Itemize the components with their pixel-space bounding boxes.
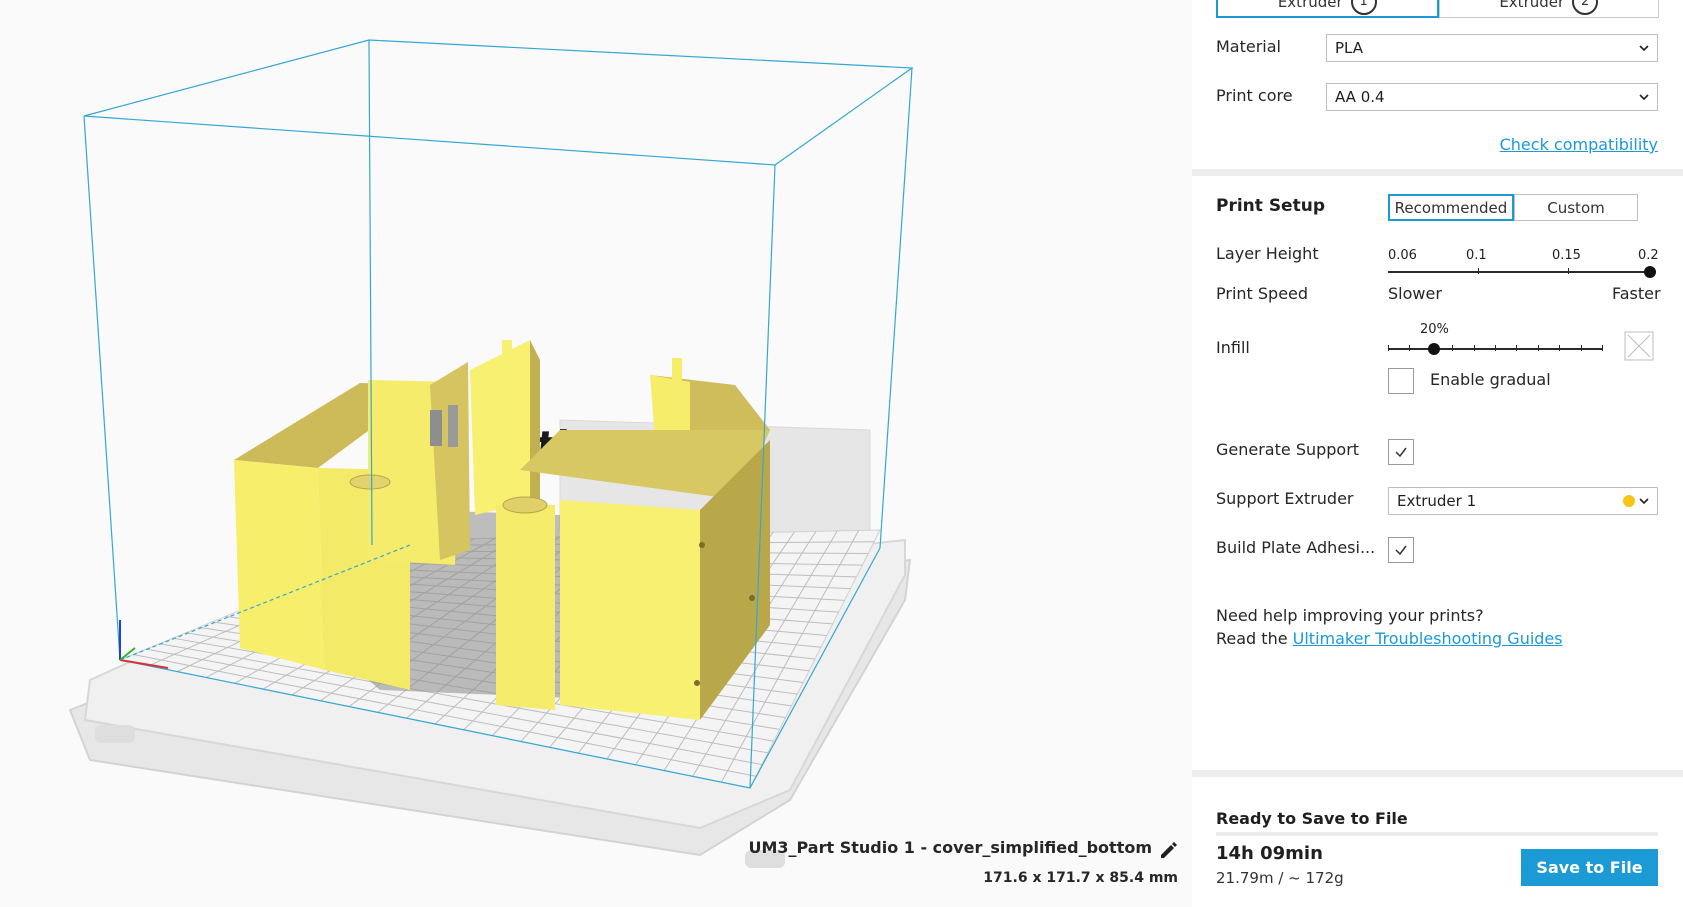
checkmark-icon <box>1395 545 1407 556</box>
material-label: Material <box>1216 37 1281 56</box>
material-amount: 21.79m / ~ 172g <box>1216 869 1344 887</box>
infill-label: Infill <box>1216 338 1250 357</box>
layer-height-slider[interactable] <box>1388 271 1650 273</box>
enable-gradual-label: Enable gradual <box>1430 370 1551 389</box>
setup-mode-tabs: Recommended Custom <box>1388 194 1638 221</box>
layer-height-label: Layer Height <box>1216 244 1319 263</box>
check-compatibility-link[interactable]: Check compatibility <box>1500 135 1658 154</box>
material-value: PLA <box>1335 39 1364 57</box>
build-plate-adhesion-checkbox[interactable] <box>1388 537 1414 563</box>
layer-tick-label: 0.1 <box>1466 248 1487 263</box>
speed-slower-label: Slower <box>1388 284 1442 303</box>
slider-tick <box>1478 268 1479 274</box>
extruder-tab-label: Extruder <box>1499 0 1565 11</box>
chevron-down-icon <box>1639 498 1649 505</box>
slider-tick <box>1537 345 1539 351</box>
tab-extruder-2[interactable]: Extruder 2 <box>1438 0 1659 18</box>
slider-tick <box>1409 345 1411 351</box>
infill-handle[interactable] <box>1428 343 1440 355</box>
help-prefix: Read the <box>1216 629 1293 648</box>
slider-tick <box>1580 345 1582 351</box>
3d-viewport[interactable]: Ultim 3 <box>0 0 1192 907</box>
slider-tick <box>1568 268 1569 274</box>
print-core-value: AA 0.4 <box>1335 88 1385 106</box>
support-extruder-select[interactable]: Extruder 1 <box>1388 487 1658 515</box>
infill-pattern-icon <box>1624 331 1654 361</box>
speed-faster-label: Faster <box>1612 284 1661 303</box>
print-setup-panel: Print Setup Recommended Custom Layer Hei… <box>1192 176 1683 770</box>
slider-tick <box>1516 345 1518 351</box>
tab-recommended[interactable]: Recommended <box>1388 194 1514 221</box>
print-time: 14h 09min <box>1216 843 1323 864</box>
tab-extruder-1[interactable]: Extruder 1 <box>1216 0 1439 18</box>
slider-tick <box>1495 345 1496 351</box>
troubleshooting-guides-link[interactable]: Ultimaker Troubleshooting Guides <box>1293 629 1563 648</box>
chevron-down-icon <box>1639 45 1649 52</box>
layer-tick-label: 0.2 <box>1638 248 1659 263</box>
sidebar: Extruder 1 Extruder 2 Material PLA Print… <box>1192 0 1683 907</box>
save-to-file-button[interactable]: Save to File <box>1521 849 1658 886</box>
generate-support-label: Generate Support <box>1216 440 1360 459</box>
progress-divider <box>1216 832 1658 836</box>
extruder-color-dot <box>1623 495 1635 507</box>
pencil-icon[interactable] <box>1158 840 1178 860</box>
slider-tick <box>1388 345 1389 351</box>
extruder-tab-label: Extruder <box>1277 0 1343 11</box>
print-core-label: Print core <box>1216 86 1293 105</box>
print-core-select[interactable]: AA 0.4 <box>1326 83 1658 111</box>
chevron-down-icon <box>1639 94 1649 101</box>
print-setup-title: Print Setup <box>1216 196 1325 216</box>
infill-value: 20% <box>1420 322 1449 337</box>
support-extruder-value: Extruder 1 <box>1397 492 1477 510</box>
enable-gradual-checkbox[interactable] <box>1388 368 1414 394</box>
build-plate-adhesion-label: Build Plate Adhesi... <box>1216 538 1376 557</box>
save-status-title: Ready to Save to File <box>1216 809 1408 828</box>
extruder-number-badge: 1 <box>1350 0 1377 15</box>
slider-tick <box>1452 345 1454 351</box>
model-dimensions: 171.6 x 171.7 x 85.4 mm <box>983 870 1178 886</box>
model-mesh[interactable] <box>234 340 770 720</box>
extruder-panel: Extruder 1 Extruder 2 Material PLA Print… <box>1192 0 1683 169</box>
layer-height-handle[interactable] <box>1644 266 1656 278</box>
layer-tick-label: 0.15 <box>1552 248 1581 263</box>
extruder-number-badge: 2 <box>1572 0 1599 15</box>
help-text-line2: Read the Ultimaker Troubleshooting Guide… <box>1216 629 1563 648</box>
generate-support-checkbox[interactable] <box>1388 439 1414 465</box>
build-scene[interactable]: Ultim 3 <box>0 0 1192 907</box>
material-select[interactable]: PLA <box>1326 34 1658 62</box>
slider-tick <box>1473 345 1475 351</box>
extruder-tabs: Extruder 1 Extruder 2 <box>1216 0 1659 18</box>
slider-tick <box>1602 345 1603 351</box>
help-text-line1: Need help improving your prints? <box>1216 606 1484 625</box>
support-extruder-label: Support Extruder <box>1216 489 1354 508</box>
tab-custom[interactable]: Custom <box>1514 194 1638 221</box>
print-speed-label: Print Speed <box>1216 284 1309 303</box>
slider-tick <box>1559 345 1561 351</box>
model-name: UM3_Part Studio 1 - cover_simplified_bot… <box>748 838 1152 857</box>
checkmark-icon <box>1395 447 1407 458</box>
save-panel: Ready to Save to File 14h 09min 21.79m /… <box>1192 777 1683 907</box>
layer-tick-label: 0.06 <box>1388 248 1417 263</box>
